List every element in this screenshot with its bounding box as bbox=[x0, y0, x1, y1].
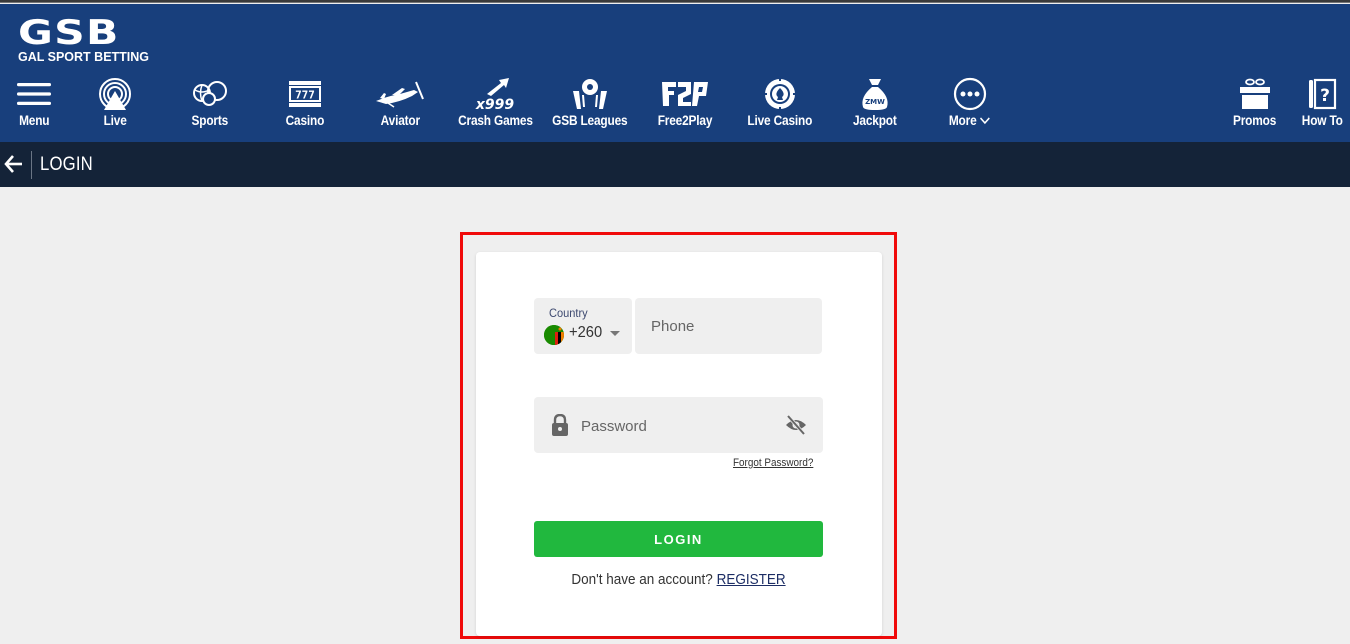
live-broadcast-icon bbox=[98, 76, 132, 112]
money-bag-icon: ZMW bbox=[860, 76, 890, 112]
gift-icon bbox=[1239, 76, 1271, 112]
password-field[interactable] bbox=[534, 397, 823, 453]
nav-item-crash-games[interactable]: x999 Crash Games bbox=[455, 76, 535, 134]
nav-label: Aviator bbox=[380, 113, 420, 128]
nav-label: Promos bbox=[1233, 113, 1277, 128]
country-label: Country bbox=[549, 306, 588, 320]
no-account-text: Don't have an account? bbox=[571, 571, 713, 588]
nav-item-live-casino[interactable]: Live Casino bbox=[745, 76, 815, 134]
country-code: +260 bbox=[569, 324, 603, 341]
phone-field[interactable] bbox=[635, 298, 822, 354]
nav-label: Menu bbox=[18, 113, 50, 128]
svg-text:?: ? bbox=[1320, 86, 1330, 106]
nav-item-more[interactable]: More bbox=[940, 76, 1000, 134]
nav-item-jackpot[interactable]: ZMW Jackpot bbox=[845, 76, 905, 134]
nav-label: Free2Play bbox=[657, 113, 713, 128]
logo-text: GSB bbox=[18, 13, 120, 53]
nav-item-aviator[interactable]: Aviator bbox=[370, 76, 430, 134]
page-subheader: LOGIN bbox=[0, 142, 1350, 187]
nav-label: Live bbox=[103, 113, 127, 128]
nav-item-live[interactable]: Live bbox=[90, 76, 140, 134]
casino-chip-icon bbox=[763, 76, 797, 112]
nav-label: GSB Leagues bbox=[552, 113, 628, 128]
nav-item-gsb-leagues[interactable]: GSB Leagues bbox=[550, 76, 630, 134]
nav-item-menu[interactable]: Menu bbox=[14, 76, 54, 134]
forgot-password-link[interactable]: Forgot Password? bbox=[733, 457, 813, 469]
nav-label: Jackpot bbox=[853, 113, 897, 128]
nav-label: Crash Games bbox=[457, 113, 533, 128]
register-link[interactable]: REGISTER bbox=[717, 571, 786, 588]
nav-item-free2play[interactable]: Free2Play bbox=[650, 76, 720, 134]
browser-top-strip bbox=[0, 0, 1350, 3]
caret-down-icon bbox=[610, 331, 620, 336]
main-nav: Menu Live Sports 777 Casino Aviator x999… bbox=[0, 76, 1350, 136]
slot-machine-icon: 777 bbox=[289, 76, 321, 112]
page-title: LOGIN bbox=[40, 154, 93, 175]
svg-text:ZMW: ZMW bbox=[865, 98, 885, 106]
back-button[interactable] bbox=[3, 153, 25, 177]
svg-text:x999: x999 bbox=[475, 97, 514, 111]
nav-item-sports[interactable]: Sports bbox=[185, 76, 235, 134]
more-dots-icon bbox=[953, 76, 987, 112]
site-header: GSB GAL SPORT BETTING Menu Live Sports 7… bbox=[0, 4, 1350, 142]
nav-label: Live Casino bbox=[747, 113, 813, 128]
gsb-logo[interactable]: GSB GAL SPORT BETTING bbox=[18, 16, 150, 64]
divider bbox=[31, 151, 32, 179]
nav-item-casino[interactable]: 777 Casino bbox=[280, 76, 330, 134]
chevron-down-icon bbox=[980, 117, 991, 125]
country-selector[interactable]: Country +260 bbox=[534, 298, 632, 354]
zambia-flag-icon bbox=[544, 325, 564, 345]
nav-item-promos[interactable]: Promos bbox=[1230, 76, 1280, 134]
register-row: Don't have an account? REGISTER bbox=[548, 571, 808, 588]
password-input[interactable] bbox=[581, 415, 771, 437]
arrow-left-icon bbox=[4, 155, 22, 173]
nav-label: How To bbox=[1301, 113, 1343, 128]
nav-label: More bbox=[949, 113, 991, 128]
login-button[interactable]: LOGIN bbox=[534, 521, 823, 557]
hamburger-icon bbox=[17, 76, 51, 112]
crash-arrow-icon: x999 bbox=[475, 76, 515, 112]
sports-balls-icon bbox=[192, 76, 228, 112]
svg-text:777: 777 bbox=[295, 89, 315, 102]
league-trophy-icon bbox=[571, 76, 609, 112]
lock-icon bbox=[550, 413, 570, 441]
help-book-icon: ? bbox=[1307, 76, 1337, 112]
airplane-icon bbox=[374, 76, 426, 112]
f2p-icon bbox=[661, 76, 709, 112]
phone-input[interactable] bbox=[651, 315, 811, 337]
nav-item-how-to[interactable]: ? How To bbox=[1297, 76, 1347, 134]
nav-label: Sports bbox=[191, 113, 229, 128]
nav-label: Casino bbox=[285, 113, 325, 128]
eye-off-icon[interactable] bbox=[784, 414, 808, 440]
